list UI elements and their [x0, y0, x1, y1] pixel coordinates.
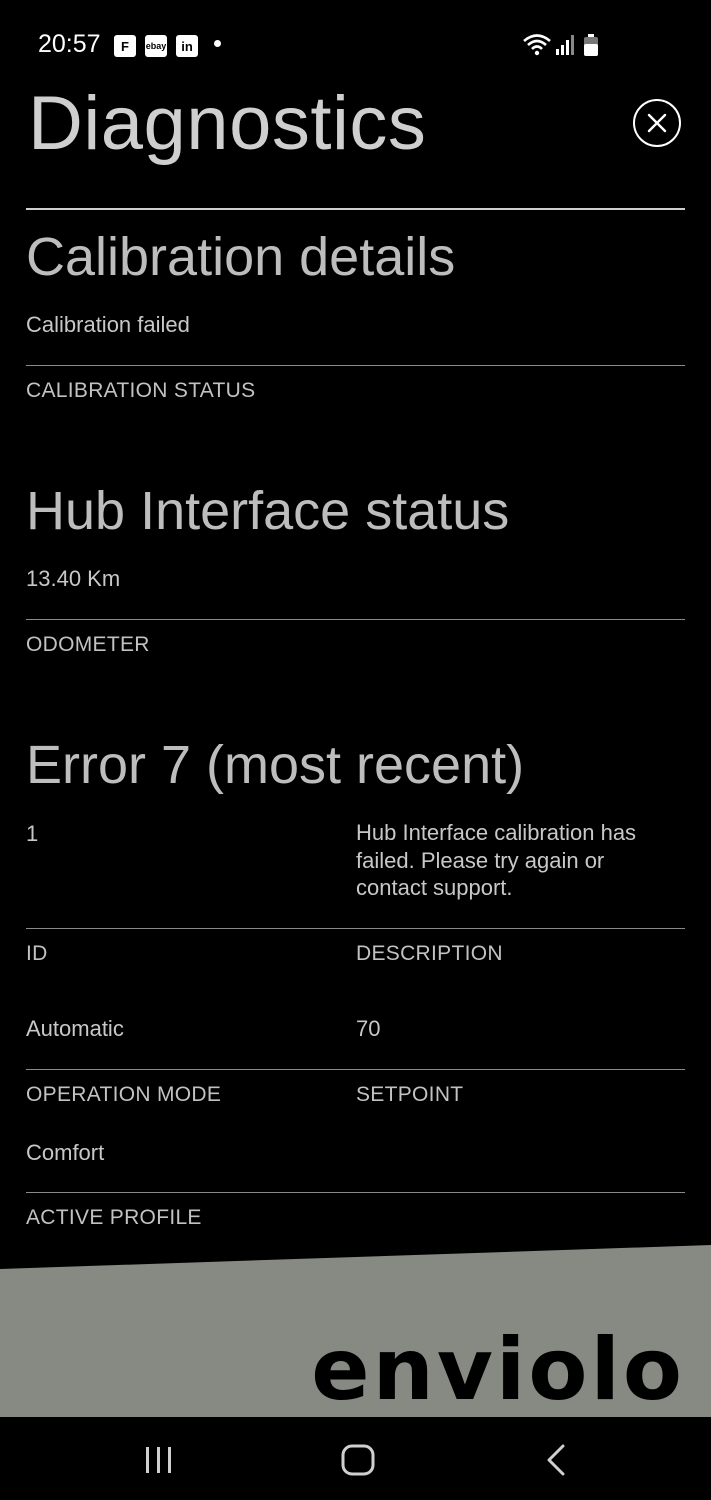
- divider: [26, 365, 685, 366]
- ebay-icon: ebay: [145, 35, 167, 57]
- close-icon: [647, 113, 667, 133]
- signal-icon: [556, 35, 574, 55]
- hub-section-title: Hub Interface status: [26, 481, 510, 541]
- odometer-value: 13.40 Km: [26, 566, 121, 591]
- operation-mode-label: OPERATION MODE: [26, 1083, 222, 1106]
- notification-dot-icon: [214, 40, 221, 47]
- calibration-status-label: CALIBRATION STATUS: [26, 379, 256, 402]
- calibration-section-title: Calibration details: [26, 227, 456, 287]
- battery-icon: [584, 34, 598, 56]
- divider: [26, 1192, 685, 1193]
- setpoint-label: SETPOINT: [356, 1083, 464, 1106]
- back-button[interactable]: [543, 1443, 569, 1477]
- divider: [26, 1069, 685, 1070]
- operation-mode-value: Automatic: [26, 1016, 124, 1041]
- odometer-label: ODOMETER: [26, 633, 150, 656]
- home-button[interactable]: [340, 1443, 376, 1477]
- system-nav-bar: [0, 1417, 711, 1500]
- active-profile-label: ACTIVE PROFILE: [26, 1206, 202, 1229]
- header-divider: [26, 208, 685, 210]
- close-button[interactable]: [633, 99, 681, 147]
- status-time: 20:57: [38, 30, 101, 58]
- error-id-label: ID: [26, 942, 48, 965]
- divider: [26, 619, 685, 620]
- error-section-title: Error 7 (most recent): [26, 735, 525, 795]
- flipboard-icon: F: [114, 35, 136, 57]
- linkedin-icon: in: [176, 35, 198, 57]
- wifi-icon: [523, 34, 551, 56]
- error-description-label: DESCRIPTION: [356, 942, 503, 965]
- recent-apps-button[interactable]: [143, 1445, 175, 1475]
- error-description-value: Hub Interface calibration has failed. Pl…: [356, 820, 637, 900]
- setpoint-value: 70: [356, 1016, 381, 1041]
- error-id-value: 1: [26, 821, 39, 846]
- page-title: Diagnostics: [28, 81, 427, 166]
- active-profile-value: Comfort: [26, 1140, 105, 1165]
- calibration-status-value: Calibration failed: [26, 312, 190, 337]
- divider: [26, 928, 685, 929]
- enviolo-logo: enviolo: [311, 1320, 685, 1420]
